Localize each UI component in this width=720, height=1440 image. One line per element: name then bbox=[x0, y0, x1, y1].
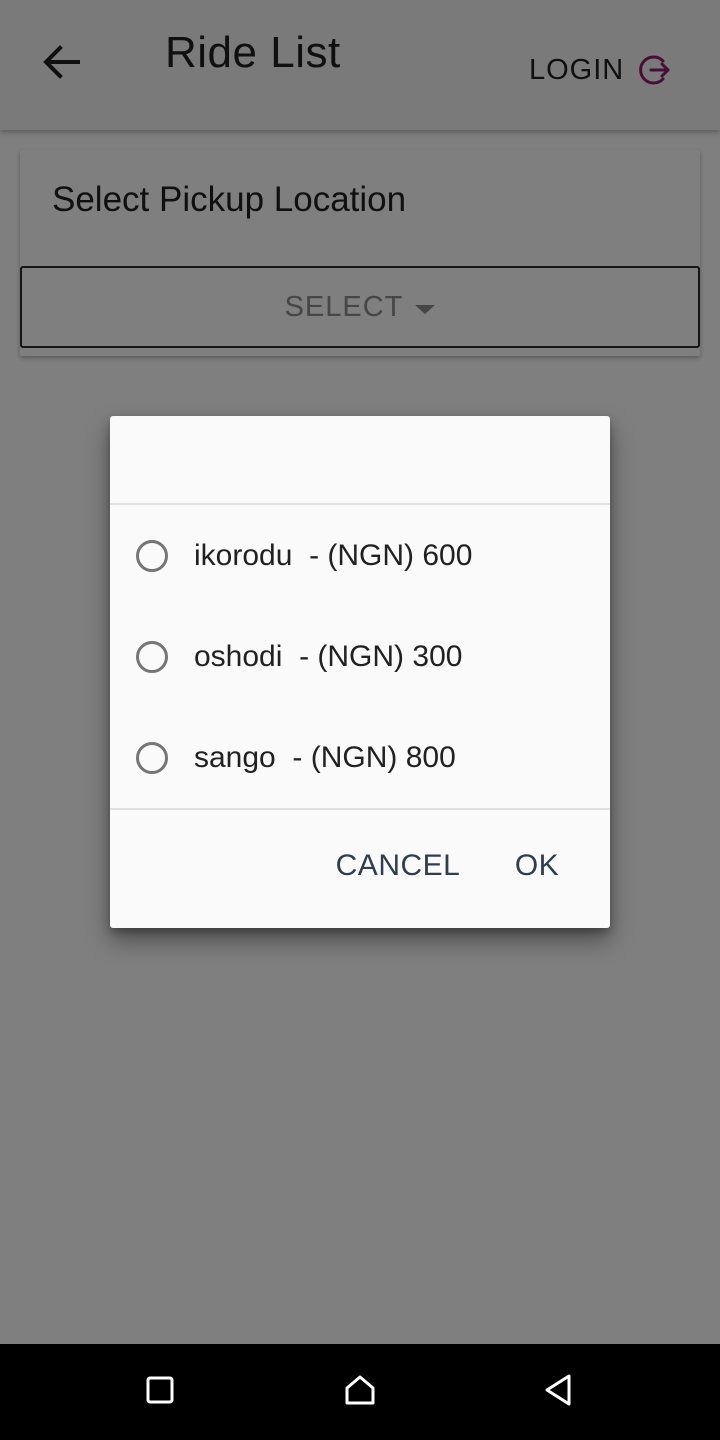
radio-unchecked-icon[interactable] bbox=[136, 742, 168, 774]
cancel-button[interactable]: CANCEL bbox=[328, 838, 468, 894]
option-ikorodu[interactable]: ikorodu - (NGN) 600 bbox=[110, 506, 610, 606]
system-nav-bar bbox=[0, 1344, 720, 1440]
home-icon bbox=[343, 1373, 377, 1412]
triangle-back-icon bbox=[541, 1373, 575, 1412]
option-label: oshodi - (NGN) 300 bbox=[194, 640, 463, 673]
recents-button[interactable] bbox=[136, 1368, 184, 1416]
home-button[interactable] bbox=[336, 1368, 384, 1416]
option-label: ikorodu - (NGN) 600 bbox=[194, 539, 473, 572]
dialog-header bbox=[110, 416, 610, 505]
pickup-dialog: ikorodu - (NGN) 600 oshodi - (NGN) 300 s… bbox=[110, 416, 610, 928]
option-oshodi[interactable]: oshodi - (NGN) 300 bbox=[110, 607, 610, 707]
ok-button[interactable]: OK bbox=[502, 838, 572, 894]
option-sango[interactable]: sango - (NGN) 800 bbox=[110, 708, 610, 808]
radio-unchecked-icon[interactable] bbox=[136, 540, 168, 572]
dialog-actions: CANCEL OK bbox=[110, 810, 610, 928]
screen: Ride List LOGIN Select Pickup Location S… bbox=[0, 0, 720, 1440]
radio-unchecked-icon[interactable] bbox=[136, 641, 168, 673]
nav-back-button[interactable] bbox=[534, 1368, 582, 1416]
square-icon bbox=[145, 1375, 175, 1410]
option-label: sango - (NGN) 800 bbox=[194, 741, 456, 774]
